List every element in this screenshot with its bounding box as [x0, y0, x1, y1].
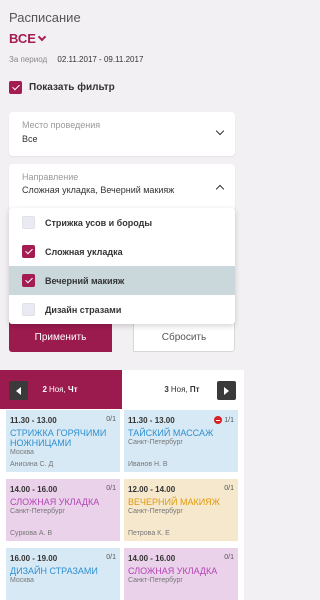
day-number: 3 [164, 385, 169, 394]
event-time: 14.00 - 16.00 [10, 485, 58, 494]
arrow-left-icon [16, 386, 21, 395]
page-title: Расписание [9, 10, 81, 25]
event-card[interactable]: 16.00 - 19.00 0/1 Дизайн стразами Москва [6, 548, 120, 600]
event-time: 16.00 - 19.00 [10, 554, 58, 563]
event-card[interactable]: 11.30 - 13.00 1/1 Тайский массаж Санкт-П… [124, 410, 238, 472]
event-title: Дизайн стразами [10, 566, 98, 576]
day-weekday: Пт [189, 385, 200, 394]
direction-label: Направление [22, 172, 79, 182]
arrow-right-icon [224, 386, 229, 395]
event-trainer: Суркова А. В [10, 530, 53, 537]
event-capacity: 0/1 [224, 554, 234, 561]
direction-option[interactable]: Стрижка усов и бороды [9, 208, 235, 237]
show-filter-label: Показать фильтр [29, 82, 115, 93]
event-card[interactable]: 11.30 - 13.00 0/1 Стрижка горячими ножни… [6, 410, 120, 472]
show-filter-toggle[interactable]: Показать фильтр [9, 81, 115, 94]
option-label: Стрижка усов и бороды [45, 217, 153, 228]
event-card[interactable]: 14.00 - 16.00 0/1 Сложная укладка Санкт-… [6, 479, 120, 541]
event-capacity: 0/1 [106, 485, 116, 492]
event-capacity: 0/1 [106, 554, 116, 561]
event-title: Сложная укладка [10, 497, 100, 507]
next-day-button[interactable] [217, 381, 236, 400]
chevron-up-icon [215, 184, 225, 194]
event-trainer: Анисина С. Д [10, 461, 54, 468]
option-label: Сложная укладка [45, 246, 123, 257]
venue-value: Все [22, 134, 38, 144]
option-checkbox[interactable] [22, 303, 35, 316]
event-time: 12.00 - 14.00 [128, 485, 176, 494]
column-divider [121, 409, 123, 600]
full-icon [214, 416, 223, 424]
option-checkbox[interactable] [22, 274, 35, 287]
day-month: Ноя, [170, 385, 188, 394]
day-number: 2 [42, 385, 47, 394]
option-label: Вечерний макияж [45, 275, 125, 286]
event-trainer: Иванов Н. В [128, 461, 168, 468]
venue-label: Место проведения [22, 120, 101, 130]
event-location: Санкт-Петербург [10, 508, 65, 515]
period-label: За период [9, 55, 48, 64]
direction-option[interactable]: Вечерний макияж [9, 266, 235, 295]
apply-button[interactable]: Применить [9, 322, 112, 352]
event-location: Санкт-Петербург [128, 508, 183, 515]
event-time: 11.30 - 13.00 [10, 416, 57, 425]
option-label: Дизайн стразами [45, 304, 122, 315]
event-title: Вечерний макияж [128, 497, 220, 507]
direction-options-list: Стрижка усов и бороды Сложная укладка Ве… [9, 208, 235, 324]
direction-value: Сложная укладка, Вечерний макияж [22, 185, 175, 195]
event-capacity: 0/1 [106, 416, 116, 423]
direction-option[interactable]: Дизайн стразами [9, 295, 235, 324]
chevron-down-icon [37, 32, 47, 41]
direction-select[interactable]: Направление Сложная укладка, Вечерний ма… [9, 164, 235, 210]
day-month: Ноя, [48, 385, 66, 394]
option-checkbox[interactable] [22, 245, 35, 258]
period-value: 02.11.2017 - 09.11.2017 [57, 55, 144, 64]
option-checkbox[interactable] [22, 216, 35, 229]
event-title: Стрижка горячими ножницами [10, 428, 107, 448]
filter-dropdown-value: ВСЕ [9, 31, 36, 46]
reset-button[interactable]: Сбросить [133, 322, 235, 352]
venue-select[interactable]: Место проведения Все [9, 112, 235, 156]
day-weekday: Чт [67, 385, 78, 394]
event-title: Сложная укладка [128, 566, 218, 576]
event-location: Москва [10, 577, 34, 584]
period-info: За период 02.11.2017 - 09.11.2017 [9, 55, 143, 64]
filter-dropdown[interactable]: ВСЕ [9, 31, 47, 46]
event-time: 14.00 - 16.00 [128, 554, 176, 563]
show-filter-checkbox[interactable] [9, 81, 22, 94]
direction-option[interactable]: Сложная укладка [9, 237, 235, 266]
event-card[interactable]: 14.00 - 16.00 0/1 Сложная укладка Санкт-… [124, 548, 238, 600]
event-capacity: 1/1 [214, 416, 234, 424]
event-trainer: Петрова К. Е [128, 530, 170, 537]
event-location: Москва [10, 449, 34, 456]
event-location: Санкт-Петербург [128, 439, 183, 446]
event-capacity: 0/1 [224, 485, 234, 492]
event-location: Санкт-Петербург [128, 577, 183, 584]
chevron-down-icon [215, 126, 225, 136]
event-card[interactable]: 12.00 - 14.00 0/1 Вечерний макияж Санкт-… [124, 479, 238, 541]
event-title: Тайский массаж [128, 428, 214, 438]
prev-day-button[interactable] [9, 381, 28, 400]
